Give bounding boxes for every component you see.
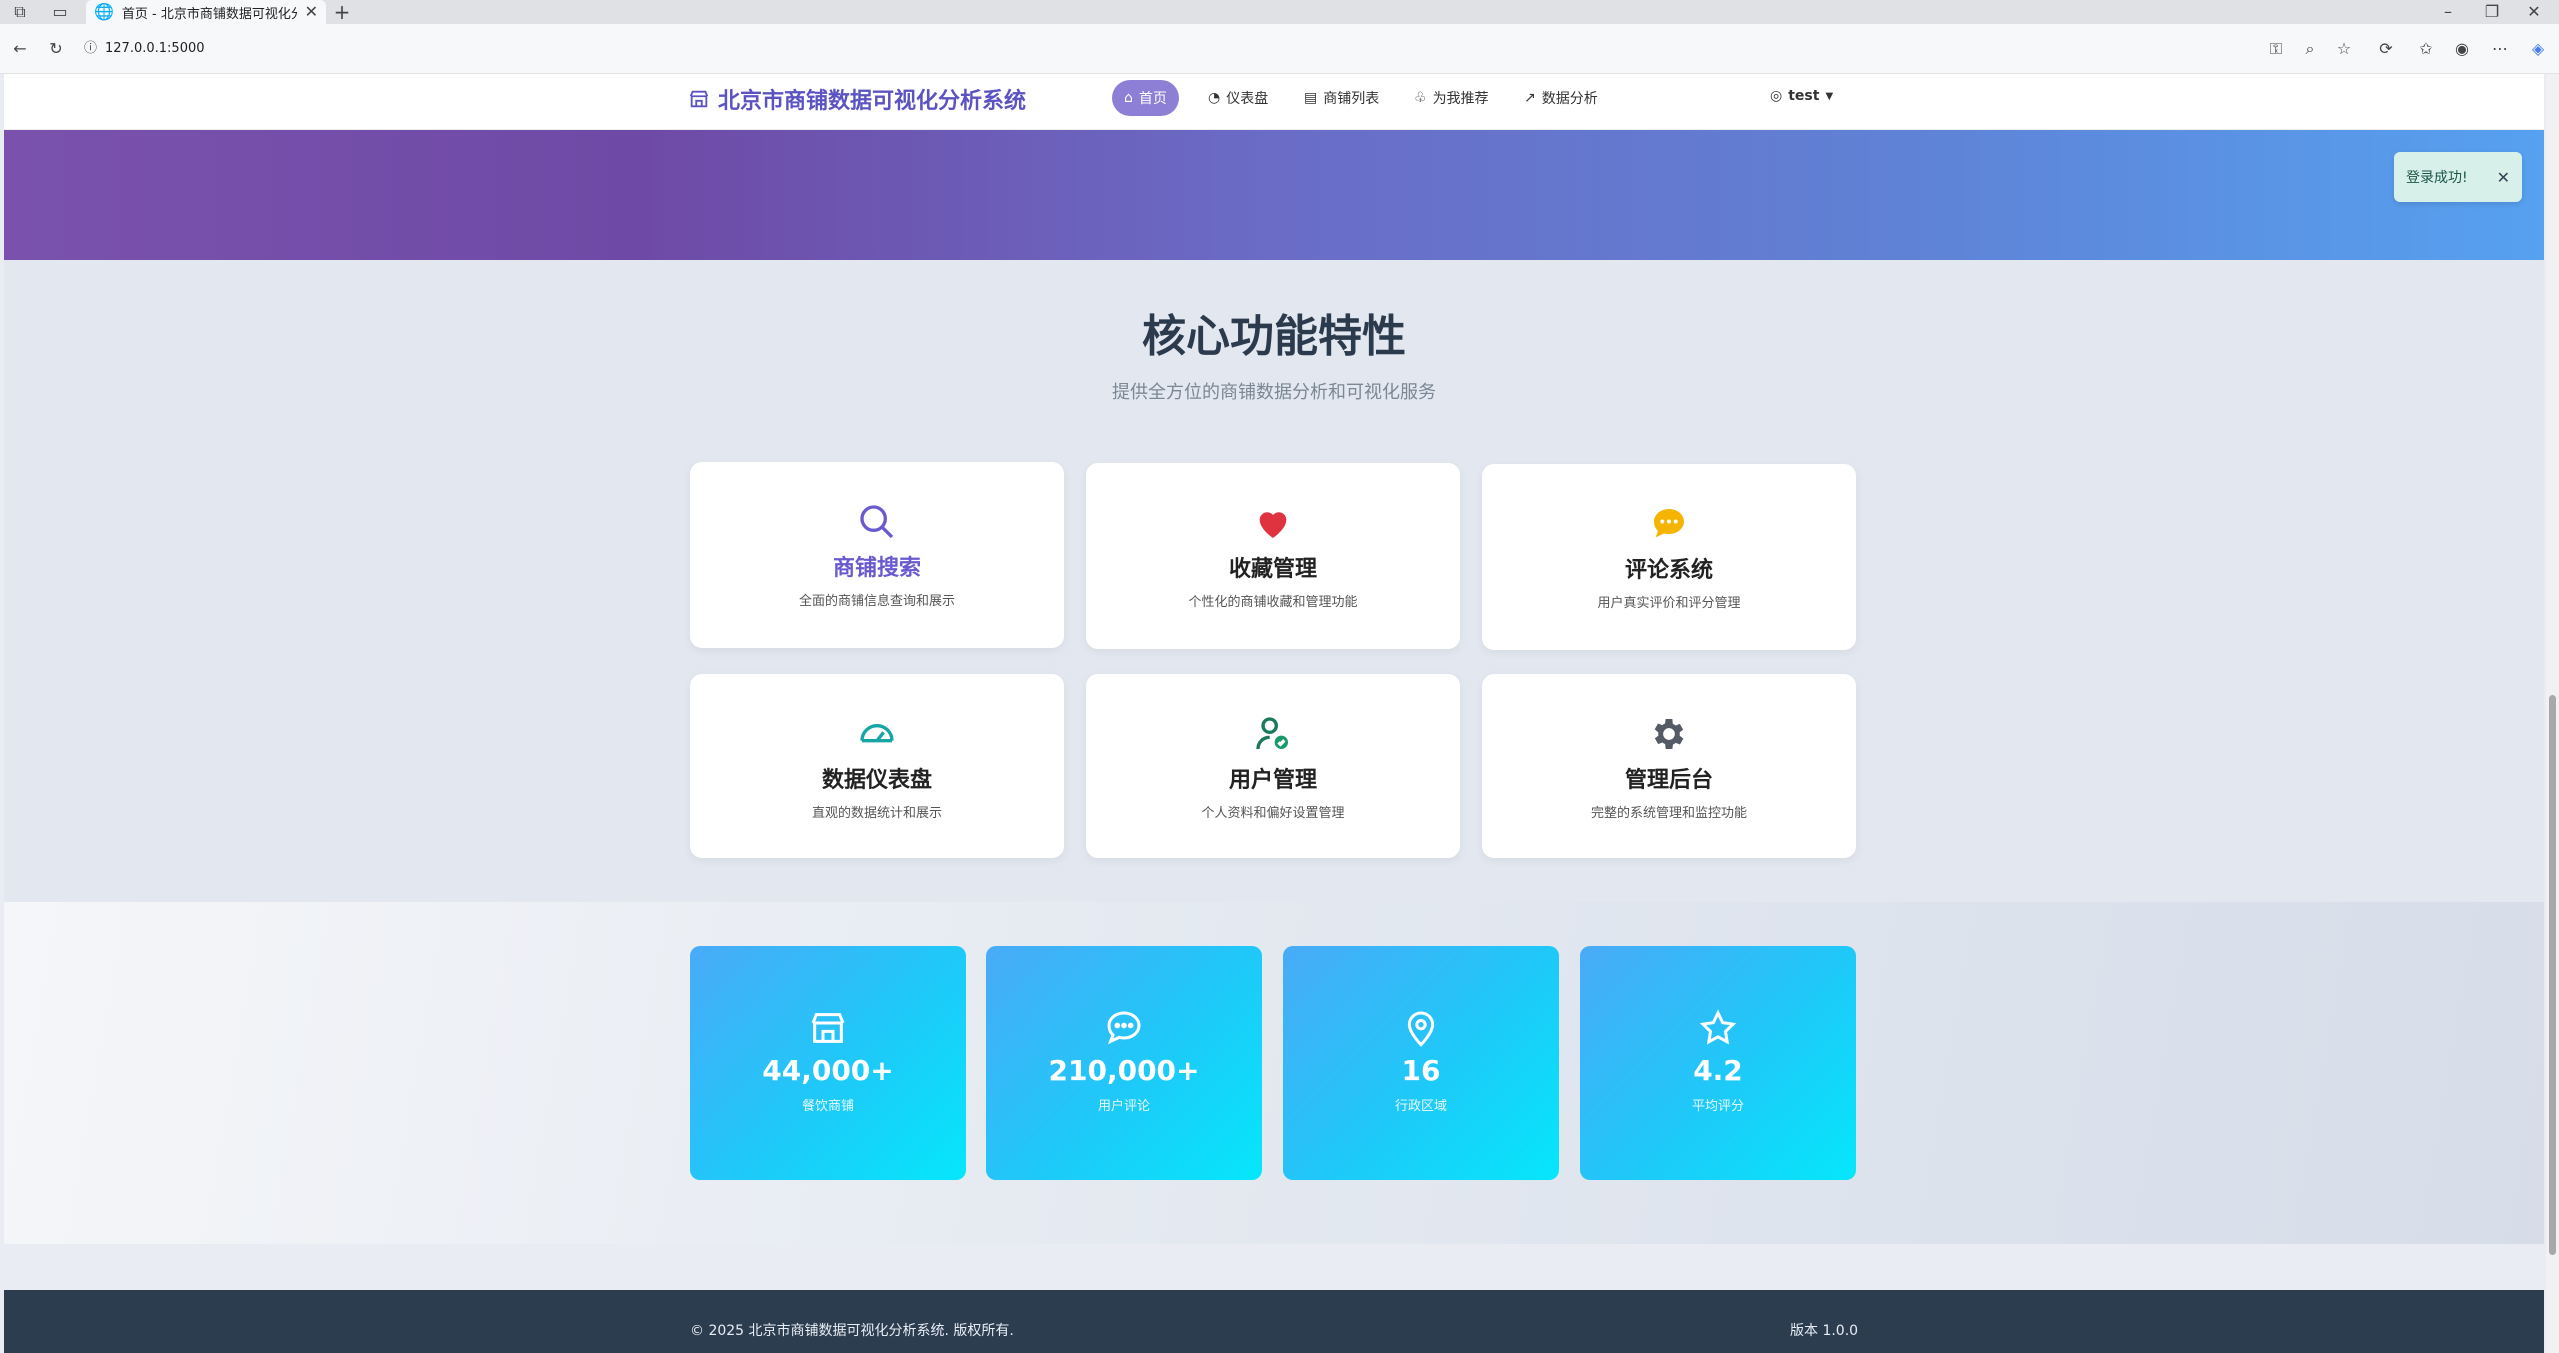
star-icon [1699,1009,1737,1045]
brand-logo[interactable]: 北京市商铺数据可视化分析系统 [688,84,1026,114]
tab-title: 首页 - 北京市商铺数据可视化分析 [121,6,297,22]
toast-notification: 登录成功! ✕ [2394,152,2522,202]
card-desc: 全面的商铺信息查询和展示 [798,594,955,609]
feature-card-admin[interactable]: 管理后台 完整的系统管理和监控功能 [1482,674,1856,858]
browser-tab-strip [0,0,2559,24]
footer-version: 版本 1.0.0 [1790,1323,1859,1339]
speedometer-icon [860,724,894,743]
card-title: 用户管理 [1228,768,1317,793]
url-text: 127.0.0.1:5000 [105,41,205,56]
card-desc: 完整的系统管理和监控功能 [1590,806,1747,821]
stats-section [4,902,2544,1244]
nav-item-home[interactable]: ⌂ 首页 [1112,80,1179,116]
card-title: 管理后台 [1624,768,1713,793]
stat-card-rating: 4.2 平均评分 [1580,946,1856,1180]
stat-label: 用户评论 [1097,1099,1150,1114]
address-toolbar [0,24,2559,74]
feature-card-reviews[interactable]: 评论系统 用户真实评价和评分管理 [1482,464,1856,650]
gear-icon [1654,719,1684,749]
caret-down-icon: ▼ [1825,90,1834,102]
stat-card-reviews: 210,000+ 用户评论 [986,946,1262,1180]
close-icon[interactable]: ✕ [2497,168,2510,187]
section-subtitle: 提供全方位的商铺数据分析和可视化服务 [1112,382,1436,403]
home-icon: ⌂ [1124,90,1133,106]
close-tab-icon[interactable]: ✕ [305,0,318,24]
gauge-icon: ◔ [1208,90,1221,106]
location-icon [1407,1011,1435,1047]
zoom-icon[interactable]: ⌕ [2298,37,2322,61]
footer [4,1290,2544,1353]
profile-icon[interactable]: ◉ [2450,37,2474,61]
tab-actions-icon[interactable]: ▭ [50,0,70,24]
nav-label: 商铺列表 [1323,91,1380,107]
card-desc: 直观的数据统计和展示 [811,806,942,821]
card-title: 收藏管理 [1228,557,1317,582]
nav-item-dashboard[interactable]: ◔ 仪表盘 [1196,80,1280,116]
new-tab-icon[interactable]: + [330,0,354,24]
restore-icon[interactable]: ❐ [2480,0,2504,24]
card-title: 数据仪表盘 [821,768,932,793]
card-title: 商铺搜索 [832,556,921,581]
brand-title: 北京市商铺数据可视化分析系统 [718,89,1027,114]
chat-icon [1107,1011,1141,1045]
username: test [1788,88,1820,104]
browser-tab-home[interactable]: 🌐 首页 - 北京市商铺数据可视化分析 ✕ [86,0,326,24]
feature-card-dashboard[interactable]: 数据仪表盘 直观的数据统计和展示 [690,674,1064,858]
user-icon: ◎ [1770,88,1783,104]
feature-card-favorites[interactable]: 收藏管理 个性化的商铺收藏和管理功能 [1086,463,1460,649]
card-desc: 用户真实评价和评分管理 [1597,596,1741,611]
feature-card-user-management[interactable]: 用户管理 个人资料和偏好设置管理 [1086,674,1460,858]
bulb-icon: ♧ [1414,90,1427,106]
search-icon [860,505,894,539]
nav-item-analysis[interactable]: ↗ 数据分析 [1512,80,1610,116]
toast-message: 登录成功! [2406,170,2468,186]
nav-label: 数据分析 [1541,91,1598,107]
card-desc: 个人资料和偏好设置管理 [1201,806,1345,821]
shop-icon: ▤ [1304,90,1318,106]
site-info-icon[interactable]: ⓘ [84,37,97,61]
stat-value: 210,000+ [1048,1054,1200,1087]
stat-value: 16 [1401,1054,1441,1087]
minimize-icon[interactable]: – [2436,0,2460,24]
nav-label: 为我推荐 [1432,91,1489,107]
card-desc: 个性化的商铺收藏和管理功能 [1188,595,1358,610]
stat-label: 平均评分 [1691,1099,1744,1114]
user-check-icon [1256,717,1288,750]
workspaces-icon[interactable]: ⧉ [10,0,30,24]
globe-icon: 🌐 [94,2,114,21]
nav-item-shop-list[interactable]: ▤ 商铺列表 [1292,80,1391,116]
close-window-icon[interactable]: ✕ [2522,0,2546,24]
nav-label: 仪表盘 [1226,91,1269,107]
more-menu-icon[interactable]: ⋯ [2488,37,2512,61]
stat-label: 餐饮商铺 [801,1099,854,1114]
copilot-icon[interactable]: ◈ [2526,37,2550,61]
nav-label: 首页 [1138,91,1167,107]
stat-label: 行政区域 [1394,1099,1447,1114]
stat-card-shops: 44,000+ 餐饮商铺 [690,946,966,1180]
chat-icon [1654,509,1684,538]
reload-icon[interactable]: ↻ [44,37,68,61]
section-title: 核心功能特性 [1142,311,1406,362]
favorites-icon[interactable]: ✩ [2414,37,2438,61]
shop-icon [811,1013,845,1043]
stat-value: 4.2 [1693,1054,1743,1087]
back-icon[interactable]: ← [8,37,32,61]
address-bar[interactable]: ⓘ 127.0.0.1:5000 [84,36,205,62]
user-menu[interactable]: ◎ test ▼ [1770,88,1833,104]
card-title: 评论系统 [1624,558,1713,583]
shop-icon [689,90,709,108]
footer-copyright: © 2025 北京市商铺数据可视化分析系统. 版权所有. [690,1323,1014,1339]
feature-card-shop-search[interactable]: 商铺搜索 全面的商铺信息查询和展示 [690,462,1064,648]
extensions-icon[interactable]: ⟳ [2374,37,2398,61]
stat-card-districts: 16 行政区域 [1283,946,1559,1180]
stat-value: 44,000+ [762,1054,894,1087]
hero-banner [4,130,2544,260]
heart-icon [1259,512,1287,538]
chart-icon: ↗ [1524,90,1536,106]
scrollbar-thumb[interactable] [2549,695,2556,1255]
nav-item-recommend[interactable]: ♧ 为我推荐 [1402,80,1501,116]
favorite-star-icon[interactable]: ☆ [2332,37,2356,61]
key-icon[interactable]: ⚿ [2264,37,2288,61]
